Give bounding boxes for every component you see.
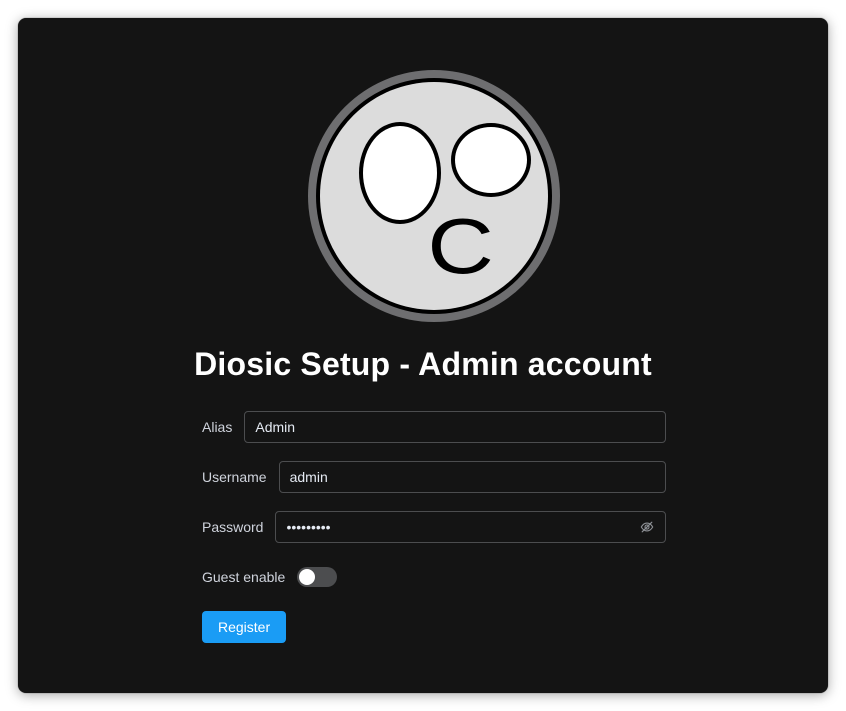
logo-letter: C <box>427 204 493 291</box>
toggle-knob <box>299 569 316 585</box>
alias-row: Alias <box>202 411 666 443</box>
alias-label: Alias <box>202 419 233 435</box>
username-row: Username <box>202 461 666 493</box>
guest-row: Guest enable <box>202 561 666 593</box>
diosic-logo-icon: C <box>308 70 560 322</box>
password-field-wrapper <box>275 511 666 543</box>
submit-row: Register <box>202 611 666 643</box>
alias-field-wrapper <box>244 411 666 443</box>
password-input[interactable] <box>286 512 639 542</box>
admin-form: Alias Username Password <box>202 411 666 661</box>
page-title: Diosic Setup - Admin account <box>194 346 652 382</box>
setup-window: C Diosic Setup - Admin account Alias Use… <box>18 18 828 693</box>
guest-enable-label: Guest enable <box>202 569 286 585</box>
alias-input[interactable] <box>255 412 655 442</box>
register-button[interactable]: Register <box>202 611 287 643</box>
password-row: Password <box>202 511 666 543</box>
username-input[interactable] <box>289 462 655 492</box>
username-label: Username <box>202 469 267 485</box>
guest-enable-toggle[interactable] <box>297 567 338 587</box>
username-field-wrapper <box>278 461 666 493</box>
eye-off-icon[interactable] <box>639 519 655 535</box>
password-label: Password <box>202 519 264 535</box>
